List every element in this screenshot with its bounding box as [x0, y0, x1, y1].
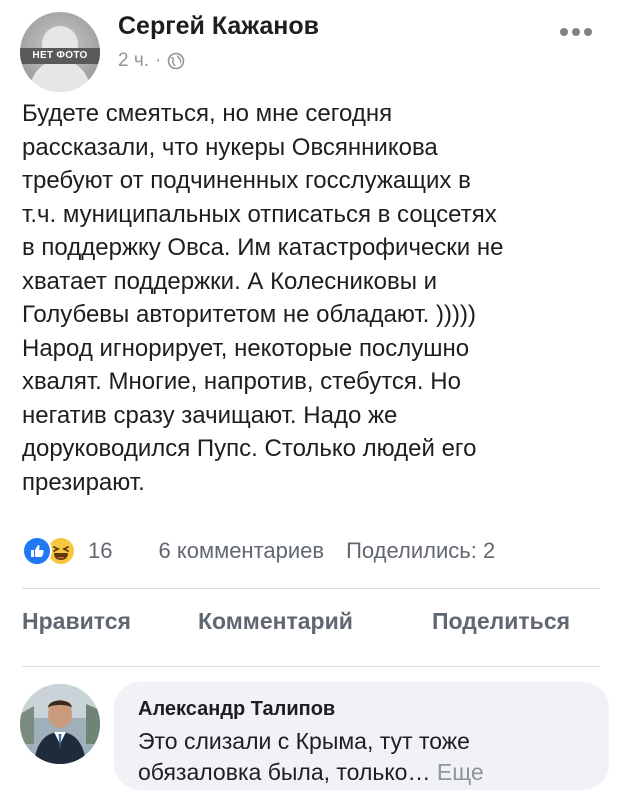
more-dot: [572, 28, 580, 36]
meta-separator: ·: [155, 50, 162, 71]
author-name[interactable]: Сергей Кажанов: [118, 12, 319, 41]
avatar-no-photo-label: НЕТ ФОТО: [20, 48, 100, 64]
comment-button[interactable]: Комментарий: [198, 608, 353, 635]
more-dot: [584, 28, 592, 36]
post-body-text: Будете смеяться, но мне сегодня рассказа…: [22, 100, 504, 496]
share-button[interactable]: Поделиться: [432, 608, 570, 635]
comment-text: Это слизали с Крыма, тут тоже обязаловка…: [138, 726, 578, 788]
more-dot: [560, 28, 568, 36]
author-avatar[interactable]: НЕТ ФОТО: [20, 12, 100, 92]
commenter-avatar-photo: [20, 684, 100, 764]
comment-bubble: Александр Талипов Это слизали с Крыма, т…: [114, 682, 609, 790]
reactions-summary[interactable]: 16: [22, 536, 112, 566]
post-meta: 2 ч. ·: [118, 50, 185, 72]
post-time[interactable]: 2 ч.: [118, 50, 149, 72]
like-icon: [22, 536, 52, 566]
post-actions: Нравится Комментарий Поделиться: [22, 608, 600, 648]
reaction-count: 16: [88, 538, 113, 563]
commenter-name[interactable]: Александр Талипов: [138, 698, 335, 721]
divider: [22, 666, 600, 667]
comment-body: Это слизали с Крыма, тут тоже обязаловка…: [138, 728, 470, 785]
avatar-silhouette-body: [30, 60, 90, 92]
commenter-avatar[interactable]: [20, 684, 100, 764]
see-more-link[interactable]: Еще: [437, 759, 484, 785]
more-options-icon[interactable]: [560, 28, 600, 40]
globe-icon[interactable]: [167, 52, 185, 70]
divider: [22, 588, 600, 589]
shares-count[interactable]: Поделились: 2: [346, 538, 495, 564]
post-stats-row: 16 6 комментариев Поделились: 2: [22, 534, 600, 568]
post-header: НЕТ ФОТО Сергей Кажанов 2 ч. ·: [0, 0, 617, 95]
comments-count[interactable]: 6 комментариев: [158, 538, 324, 564]
like-button[interactable]: Нравится: [22, 608, 131, 635]
